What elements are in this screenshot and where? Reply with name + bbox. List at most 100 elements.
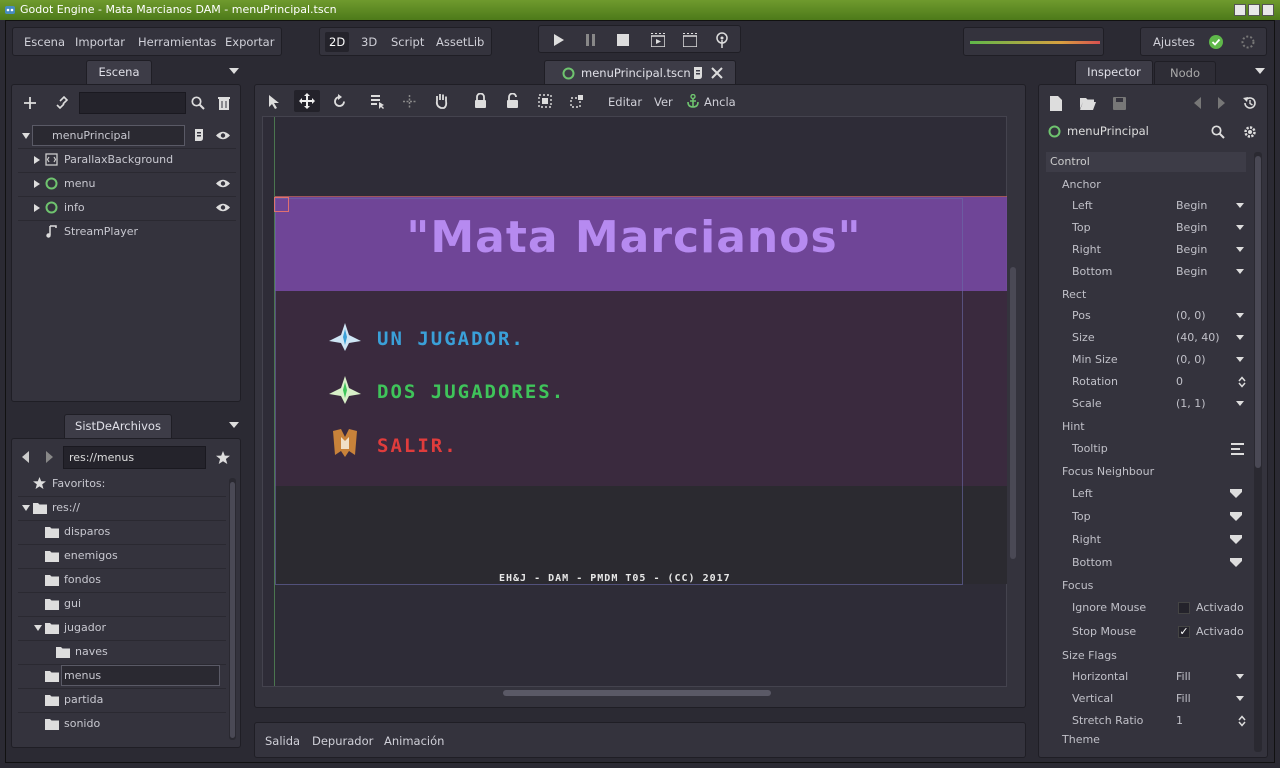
workspace-script[interactable]: Script	[391, 35, 424, 49]
menu-herramientas[interactable]: Herramientas	[138, 35, 216, 49]
spinner-icon[interactable]	[1238, 715, 1246, 727]
folder-naves[interactable]: naves	[18, 641, 226, 663]
dropdown-arrow-icon[interactable]	[1236, 357, 1244, 362]
multiline-edit-icon[interactable]	[1231, 443, 1244, 455]
inspector-scrollbar[interactable]	[1254, 152, 1262, 752]
prop-anchor-left[interactable]: Left Begin	[1058, 195, 1250, 217]
prop-size[interactable]: Size (40, 40)	[1058, 327, 1250, 349]
open-folder-icon[interactable]	[1080, 97, 1096, 110]
scene-tab[interactable]: menuPrincipal.tscn	[544, 60, 736, 85]
tab-inspector[interactable]: Inspector	[1075, 60, 1153, 84]
expand-arrow-icon[interactable]	[34, 625, 42, 631]
play-icon[interactable]	[553, 34, 564, 46]
tab-filesystem[interactable]: SistDeArchivos	[64, 414, 172, 438]
prop-focus-neighbour-left[interactable]: Left	[1058, 483, 1250, 505]
play-custom-scene-icon[interactable]	[683, 33, 697, 47]
dropdown-arrow-icon[interactable]	[1230, 489, 1242, 498]
search-icon[interactable]	[191, 96, 205, 110]
stop-icon[interactable]	[617, 34, 629, 46]
menu-importar[interactable]: Importar	[75, 35, 125, 49]
folder-partida[interactable]: partida	[18, 689, 226, 711]
expand-arrow-icon[interactable]	[22, 133, 30, 139]
folder-enemigos[interactable]: enemigos	[18, 545, 226, 567]
workspace-3d[interactable]: 3D	[361, 35, 377, 49]
history-icon[interactable]	[1243, 96, 1257, 110]
dropdown-arrow-icon[interactable]	[1236, 313, 1244, 318]
prop-anchor-right[interactable]: Right Begin	[1058, 239, 1250, 261]
settings-button[interactable]: Ajustes	[1153, 35, 1195, 49]
folder-gui[interactable]: gui	[18, 593, 226, 615]
prop-focus-neighbour-bottom[interactable]: Bottom	[1058, 552, 1250, 574]
prop-min-size[interactable]: Min Size (0, 0)	[1058, 349, 1250, 371]
prop-stop-mouse[interactable]: Stop Mouse ✓ Activado	[1058, 621, 1250, 643]
scene-filter-input[interactable]	[79, 92, 186, 114]
workspace-assetlib[interactable]: AssetLib	[436, 35, 484, 49]
dropdown-arrow-icon[interactable]	[1236, 203, 1244, 208]
viewport-vscroll[interactable]	[1010, 267, 1016, 559]
tree-node-menuPrincipal[interactable]: menuPrincipal	[18, 125, 236, 147]
save-icon[interactable]	[1113, 97, 1126, 110]
pause-icon[interactable]	[585, 34, 596, 46]
tree-node-info[interactable]: info	[18, 197, 236, 219]
path-input[interactable]: res://menus	[63, 446, 206, 469]
dropdown-arrow-icon[interactable]	[1230, 535, 1242, 544]
dropdown-arrow-icon[interactable]	[1236, 674, 1244, 679]
tab-node[interactable]: Nodo	[1154, 61, 1216, 85]
script-icon[interactable]	[192, 128, 206, 142]
ungroup-icon[interactable]	[570, 94, 584, 108]
back-arrow-icon[interactable]	[22, 451, 29, 463]
folder-sonido[interactable]: sonido	[18, 713, 226, 735]
prop-tooltip[interactable]: Tooltip	[1058, 438, 1250, 460]
dropdown-arrow-icon[interactable]	[1236, 269, 1244, 274]
close-window-button[interactable]	[1262, 4, 1274, 16]
add-node-icon[interactable]	[23, 96, 37, 110]
tree-node-menu[interactable]: menu	[18, 173, 236, 195]
dropdown-arrow-icon[interactable]	[1236, 696, 1244, 701]
dropdown-arrow-icon[interactable]	[1236, 225, 1244, 230]
viewport-hscroll[interactable]	[503, 690, 771, 696]
delete-node-icon[interactable]	[217, 96, 231, 110]
dock-menu-icon[interactable]	[229, 422, 239, 428]
folder-jugador[interactable]: jugador	[18, 617, 226, 639]
prop-focus-neighbour-top[interactable]: Top	[1058, 506, 1250, 528]
tree-node-StreamPlayer[interactable]: StreamPlayer	[18, 221, 236, 243]
prop-pos[interactable]: Pos (0, 0)	[1058, 305, 1250, 327]
collapse-arrow-icon[interactable]	[34, 156, 40, 164]
collapse-arrow-icon[interactable]	[34, 180, 40, 188]
remote-debug-icon[interactable]	[715, 32, 729, 48]
move-tool-button[interactable]	[294, 90, 320, 112]
dropdown-arrow-icon[interactable]	[1236, 401, 1244, 406]
option-single-player[interactable]: UN JUGADOR.	[377, 328, 525, 350]
selection-handle[interactable]	[274, 197, 289, 212]
prop-scale[interactable]: Scale (1, 1)	[1058, 393, 1250, 415]
search-property-icon[interactable]	[1211, 125, 1225, 139]
dropdown-arrow-icon[interactable]	[1230, 512, 1242, 521]
edit-menu[interactable]: Editar	[608, 95, 642, 109]
option-exit[interactable]: SALIR.	[377, 435, 458, 457]
prop-anchor-top[interactable]: Top Begin	[1058, 217, 1250, 239]
pan-tool-icon[interactable]	[434, 93, 449, 109]
pivot-tool-icon[interactable]	[402, 94, 417, 109]
prop-horizontal[interactable]: Horizontal Fill	[1058, 666, 1250, 688]
dock-menu-icon[interactable]	[1255, 68, 1265, 74]
checkbox[interactable]	[1178, 602, 1190, 614]
group-icon[interactable]	[538, 94, 552, 108]
rotate-tool-icon[interactable]	[332, 94, 347, 109]
canvas-viewport[interactable]: "Mata Marcianos" UN JUGADOR. DOS JUGADOR…	[262, 116, 1016, 687]
history-back-icon[interactable]	[1194, 97, 1201, 109]
checkbox[interactable]: ✓	[1178, 626, 1190, 638]
prop-vertical[interactable]: Vertical Fill	[1058, 688, 1250, 710]
folder-fondos[interactable]: fondos	[18, 569, 226, 591]
close-tab-icon[interactable]	[711, 67, 723, 79]
tree-node-ParallaxBackground[interactable]: ParallaxBackground	[18, 149, 236, 171]
option-two-players[interactable]: DOS JUGADORES.	[377, 381, 565, 403]
maximize-button[interactable]	[1248, 4, 1260, 16]
dropdown-arrow-icon[interactable]	[1236, 335, 1244, 340]
folder-menus[interactable]: menus	[18, 665, 226, 687]
unlock-icon[interactable]	[506, 93, 519, 108]
anchor-icon[interactable]	[686, 94, 700, 108]
dock-menu-icon[interactable]	[229, 68, 239, 74]
prop-ignore-mouse[interactable]: Ignore Mouse Activado	[1058, 597, 1250, 619]
favorite-star-icon[interactable]	[216, 451, 230, 464]
tab-escena[interactable]: Escena	[86, 60, 152, 84]
